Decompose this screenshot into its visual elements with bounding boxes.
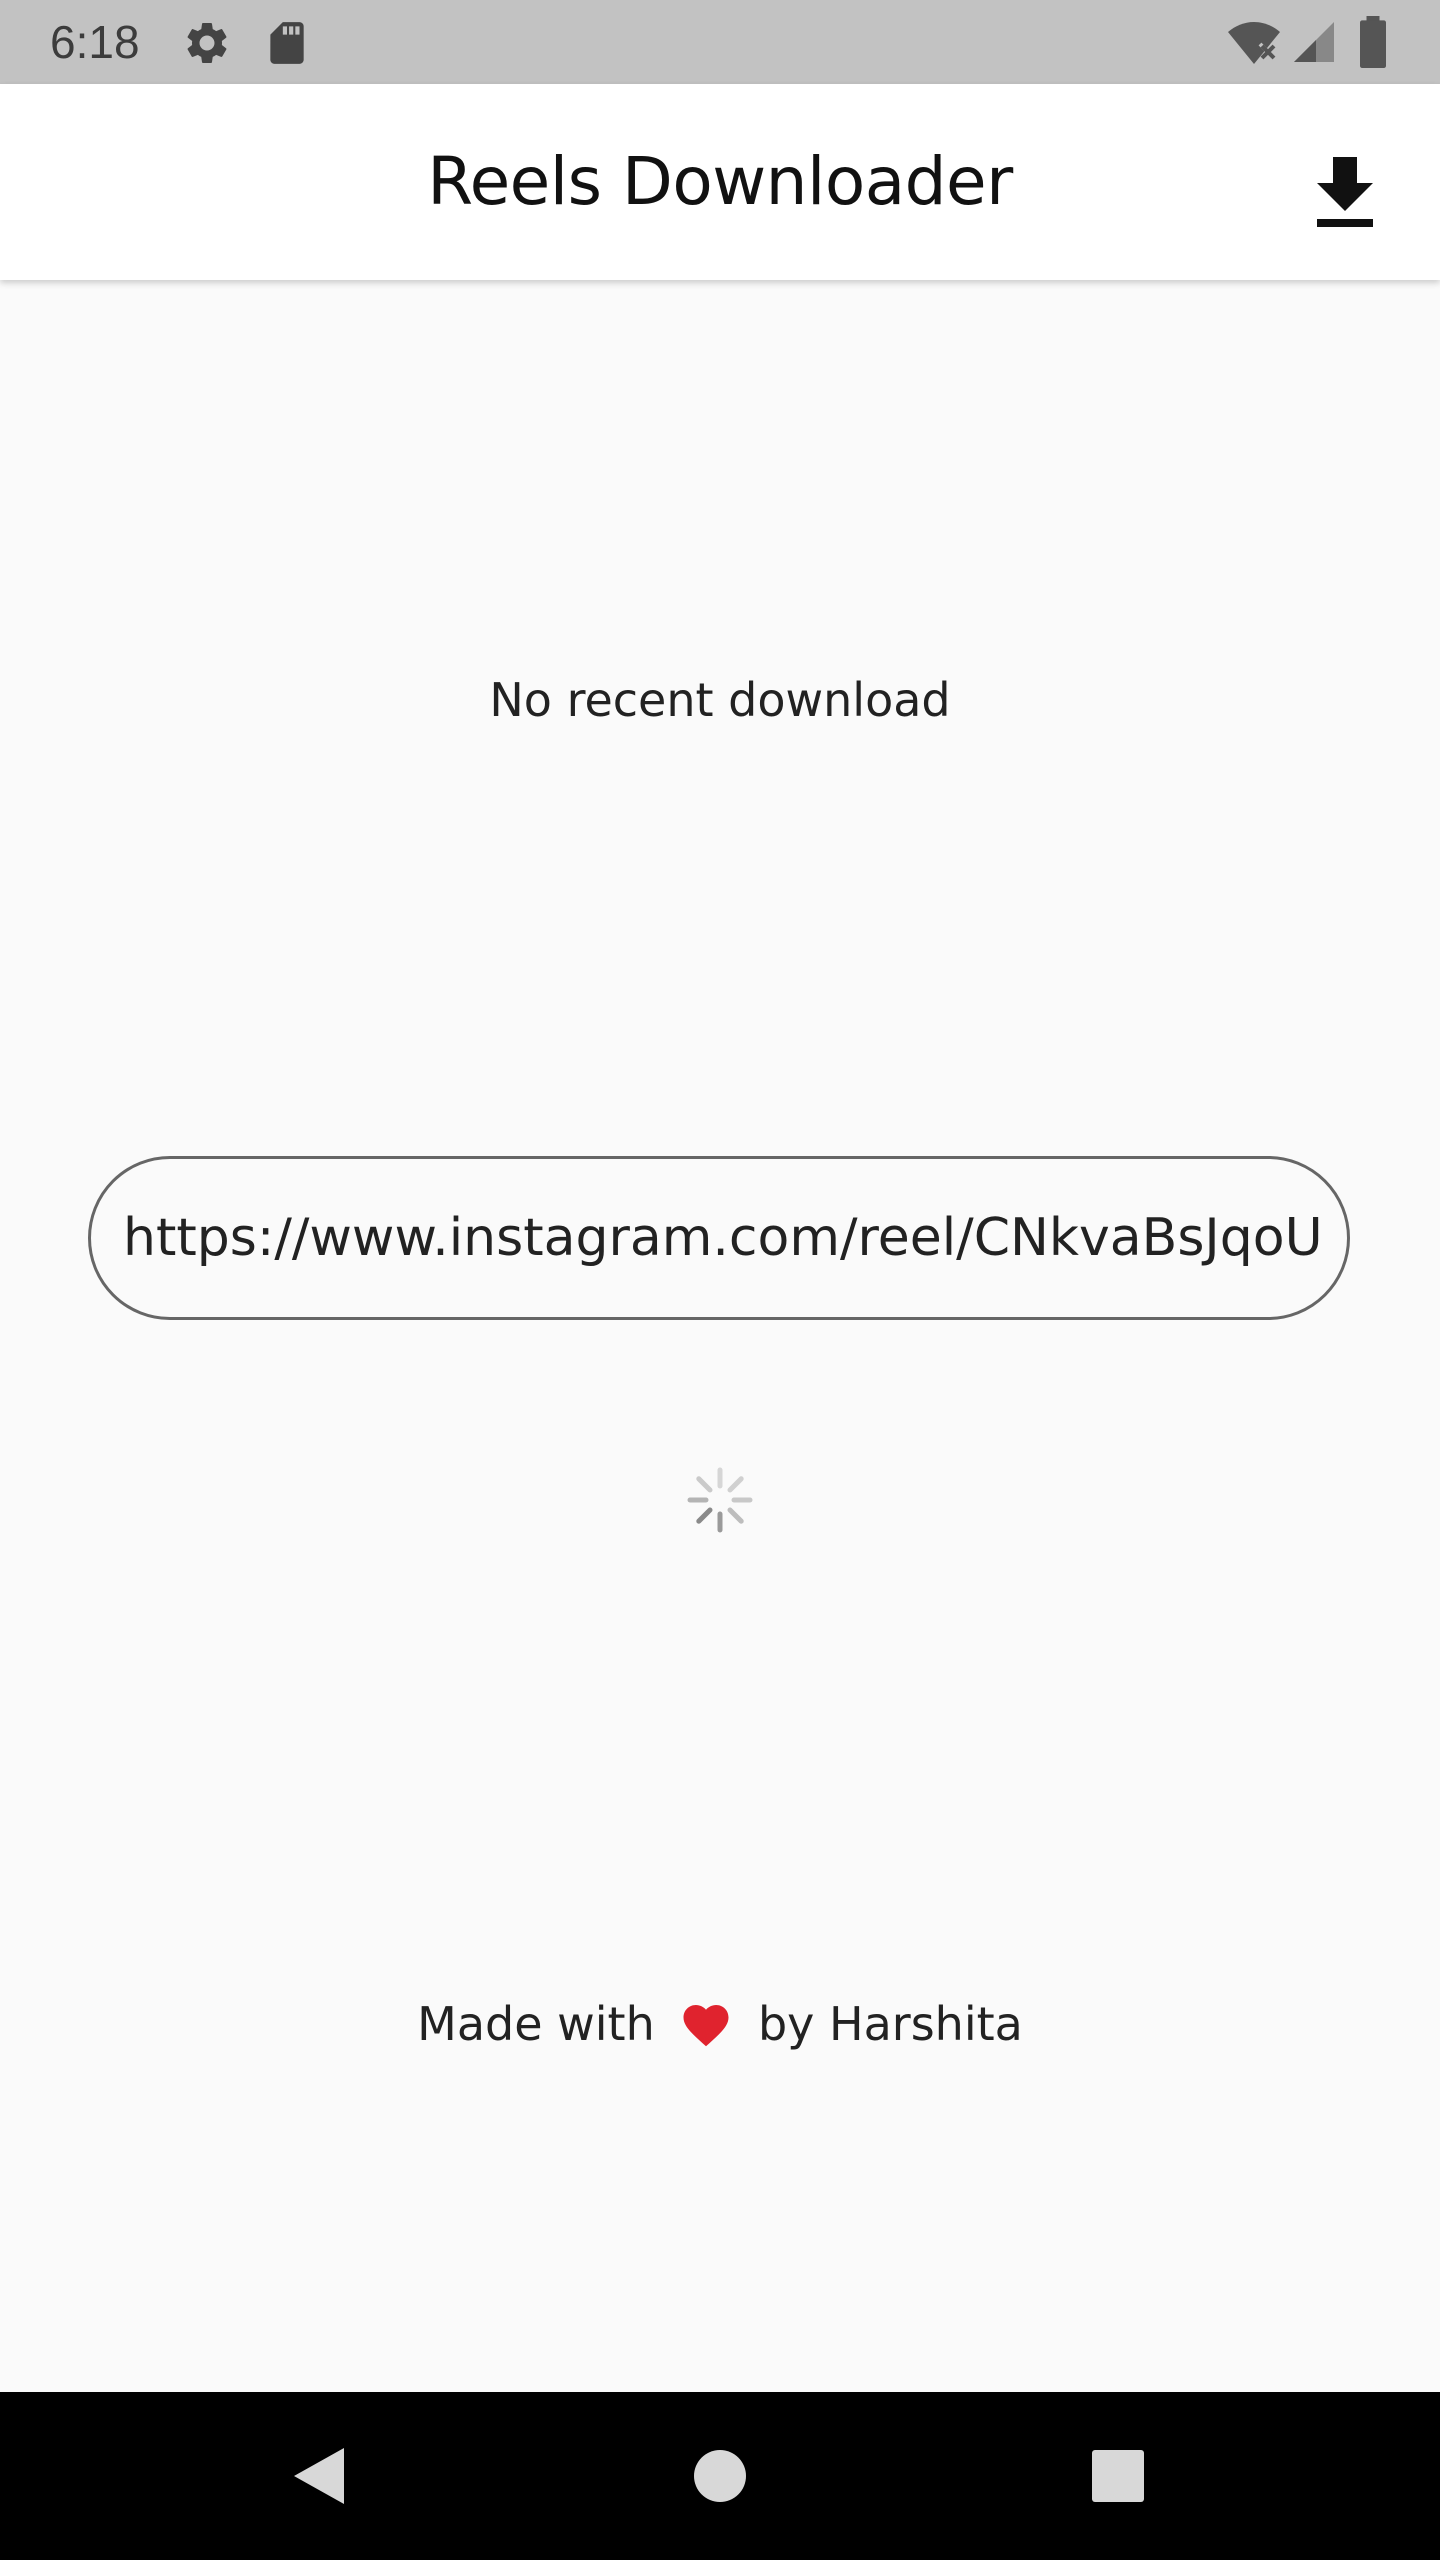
url-input[interactable] bbox=[123, 1159, 1319, 1317]
status-time: 6:18 bbox=[50, 16, 140, 68]
wifi-off-icon bbox=[1228, 22, 1280, 64]
back-button[interactable] bbox=[268, 2426, 368, 2526]
download-button[interactable] bbox=[1290, 138, 1400, 248]
url-field[interactable] bbox=[88, 1156, 1350, 1320]
battery-icon bbox=[1360, 16, 1386, 68]
app-screen: 6:18 Reels Downloader No recent download… bbox=[0, 0, 1440, 2560]
recents-icon bbox=[1092, 2450, 1144, 2502]
navigation-bar bbox=[0, 2392, 1440, 2560]
footer-credit: Made with by Harshita bbox=[0, 1992, 1440, 2056]
signal-icon bbox=[1294, 22, 1334, 62]
app-bar: Reels Downloader bbox=[0, 84, 1440, 280]
loading-spinner bbox=[687, 1467, 753, 1533]
heart-icon bbox=[683, 2005, 729, 2047]
app-title: Reels Downloader bbox=[427, 143, 1013, 220]
recents-button[interactable] bbox=[1068, 2426, 1168, 2526]
home-icon bbox=[694, 2450, 746, 2502]
download-icon bbox=[1317, 157, 1373, 227]
status-bar: 6:18 bbox=[0, 0, 1440, 84]
sd-card-icon bbox=[270, 22, 304, 64]
home-button[interactable] bbox=[670, 2426, 770, 2526]
footer-suffix: by Harshita bbox=[757, 1997, 1023, 2051]
recent-download-status: No recent download bbox=[489, 673, 951, 727]
back-icon bbox=[294, 2448, 344, 2504]
settings-icon bbox=[187, 22, 227, 63]
footer-prefix: Made with bbox=[417, 1997, 655, 2051]
